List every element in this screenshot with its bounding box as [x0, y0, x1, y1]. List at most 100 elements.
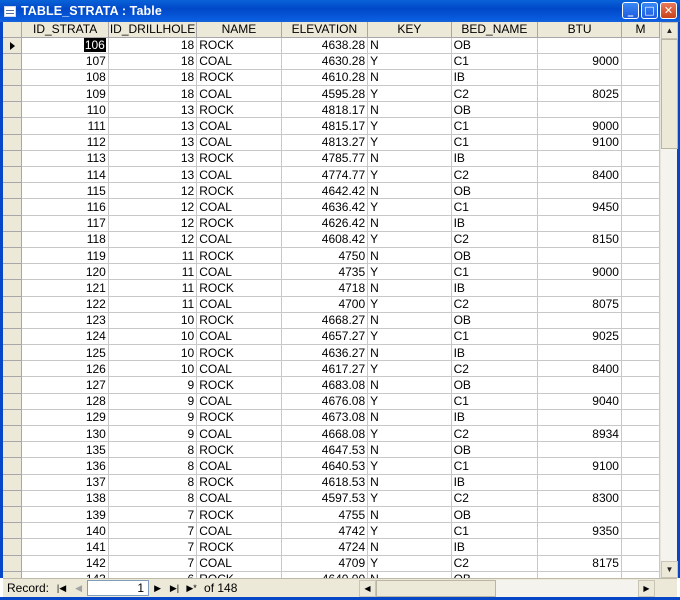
- cell-m[interactable]: [621, 360, 660, 378]
- cell-name[interactable]: COAL: [196, 198, 282, 216]
- cell-key[interactable]: N: [367, 441, 452, 459]
- cell-name[interactable]: ROCK: [196, 215, 282, 232]
- cell-id-drillhole[interactable]: 13: [108, 150, 198, 168]
- cell-name[interactable]: ROCK: [196, 571, 282, 578]
- cell-id-strata[interactable]: 136: [21, 457, 109, 475]
- cell-bed-name[interactable]: OB: [451, 441, 539, 459]
- cell-elevation[interactable]: 4718: [281, 279, 369, 297]
- cell-name[interactable]: ROCK: [196, 247, 282, 265]
- cell-key[interactable]: Y: [367, 117, 452, 135]
- record-selector[interactable]: [3, 522, 23, 540]
- cell-btu[interactable]: [537, 69, 622, 87]
- record-selector[interactable]: [3, 182, 23, 200]
- cell-elevation[interactable]: 4597.53: [281, 490, 369, 507]
- cell-id-strata[interactable]: 111: [21, 117, 109, 135]
- table-row[interactable]: 127 9 ROCK 4683.08 N OB: [3, 376, 660, 394]
- cell-name[interactable]: ROCK: [196, 279, 282, 297]
- cell-id-drillhole[interactable]: 9: [108, 376, 198, 394]
- maximize-button[interactable]: □: [641, 2, 658, 19]
- cell-m[interactable]: [621, 69, 660, 87]
- table-row[interactable]: 136 8 COAL 4640.53 Y C1 9100: [3, 457, 660, 475]
- cell-bed-name[interactable]: C1: [451, 53, 539, 70]
- record-selector[interactable]: [3, 328, 23, 346]
- cell-key[interactable]: Y: [367, 198, 452, 216]
- cell-key[interactable]: Y: [367, 263, 452, 281]
- cell-key[interactable]: Y: [367, 231, 452, 248]
- record-selector[interactable]: [3, 393, 23, 410]
- cell-m[interactable]: [621, 117, 660, 135]
- cell-name[interactable]: ROCK: [196, 474, 282, 491]
- record-selector[interactable]: [3, 150, 23, 168]
- table-row[interactable]: 109 18 COAL 4595.28 Y C2 8025: [3, 85, 660, 103]
- cell-key[interactable]: N: [367, 247, 452, 265]
- column-header-elevation[interactable]: ELEVATION: [281, 22, 369, 38]
- table-row[interactable]: 111 13 COAL 4815.17 Y C1 9000: [3, 117, 660, 135]
- cell-key[interactable]: Y: [367, 328, 452, 346]
- cell-key[interactable]: Y: [367, 522, 452, 540]
- table-row[interactable]: 124 10 COAL 4657.27 Y C1 9025: [3, 328, 660, 346]
- cell-key[interactable]: Y: [367, 457, 452, 475]
- column-header-id-drillhole[interactable]: ID_DRILLHOLE: [108, 22, 198, 38]
- record-selector[interactable]: [3, 571, 23, 578]
- cell-btu[interactable]: [537, 150, 622, 168]
- cell-id-strata[interactable]: 108: [21, 69, 109, 87]
- vertical-scroll-thumb[interactable]: [661, 39, 678, 149]
- table-row[interactable]: 117 12 ROCK 4626.42 N IB: [3, 215, 660, 232]
- cell-m[interactable]: [621, 101, 660, 119]
- record-selector[interactable]: [3, 101, 23, 119]
- cell-id-drillhole[interactable]: 13: [108, 134, 198, 151]
- cell-bed-name[interactable]: C2: [451, 296, 539, 313]
- select-all-corner[interactable]: [3, 22, 23, 38]
- table-row[interactable]: 120 11 COAL 4735 Y C1 9000: [3, 263, 660, 281]
- cell-bed-name[interactable]: IB: [451, 215, 539, 232]
- cell-key[interactable]: N: [367, 571, 452, 578]
- cell-bed-name[interactable]: C2: [451, 166, 539, 184]
- record-selector[interactable]: [3, 69, 23, 87]
- cell-id-strata[interactable]: 130: [21, 425, 109, 443]
- scroll-up-button[interactable]: ▲: [661, 22, 678, 39]
- table-row[interactable]: 138 8 COAL 4597.53 Y C2 8300: [3, 490, 660, 507]
- cell-elevation[interactable]: 4657.27: [281, 328, 369, 346]
- cell-btu[interactable]: 8175: [537, 555, 622, 572]
- cell-btu[interactable]: [537, 344, 622, 362]
- cell-btu[interactable]: 8075: [537, 296, 622, 313]
- cell-id-strata[interactable]: 114: [21, 166, 109, 184]
- cell-bed-name[interactable]: IB: [451, 474, 539, 491]
- table-row[interactable]: 118 12 COAL 4608.42 Y C2 8150: [3, 231, 660, 248]
- cell-bed-name[interactable]: IB: [451, 409, 539, 427]
- cell-id-strata[interactable]: 110: [21, 101, 109, 119]
- cell-btu[interactable]: [537, 37, 622, 54]
- scroll-right-button[interactable]: ▶: [638, 580, 655, 597]
- cell-bed-name[interactable]: IB: [451, 538, 539, 556]
- cell-id-drillhole[interactable]: 9: [108, 425, 198, 443]
- cell-id-drillhole[interactable]: 11: [108, 247, 198, 265]
- table-row[interactable]: 113 13 ROCK 4785.77 N IB: [3, 150, 660, 168]
- cell-name[interactable]: ROCK: [196, 37, 282, 54]
- record-selector[interactable]: [3, 474, 23, 491]
- cell-m[interactable]: [621, 247, 660, 265]
- table-row[interactable]: 129 9 ROCK 4673.08 N IB: [3, 409, 660, 427]
- cell-m[interactable]: [621, 393, 660, 410]
- cell-name[interactable]: COAL: [196, 490, 282, 507]
- cell-key[interactable]: Y: [367, 53, 452, 70]
- horizontal-scrollbar[interactable]: ◀ ▶: [359, 580, 655, 597]
- table-row[interactable]: 139 7 ROCK 4755 N OB: [3, 506, 660, 524]
- new-record-button[interactable]: ▶*: [183, 580, 200, 596]
- cell-id-drillhole[interactable]: 8: [108, 490, 198, 507]
- cell-bed-name[interactable]: C1: [451, 134, 539, 151]
- cell-btu[interactable]: [537, 101, 622, 119]
- table-row[interactable]: 116 12 COAL 4636.42 Y C1 9450: [3, 198, 660, 216]
- cell-key[interactable]: N: [367, 182, 452, 200]
- cell-btu[interactable]: [537, 506, 622, 524]
- table-row[interactable]: 119 11 ROCK 4750 N OB: [3, 247, 660, 265]
- cell-id-strata[interactable]: 120: [21, 263, 109, 281]
- cell-btu[interactable]: 9000: [537, 117, 622, 135]
- cell-m[interactable]: [621, 150, 660, 168]
- cell-bed-name[interactable]: C1: [451, 117, 539, 135]
- table-row[interactable]: 130 9 COAL 4668.08 Y C2 8934: [3, 425, 660, 443]
- cell-id-strata[interactable]: 122: [21, 296, 109, 313]
- column-header-key[interactable]: KEY: [367, 22, 452, 38]
- cell-key[interactable]: Y: [367, 555, 452, 572]
- cell-m[interactable]: [621, 85, 660, 103]
- cell-elevation[interactable]: 4618.53: [281, 474, 369, 491]
